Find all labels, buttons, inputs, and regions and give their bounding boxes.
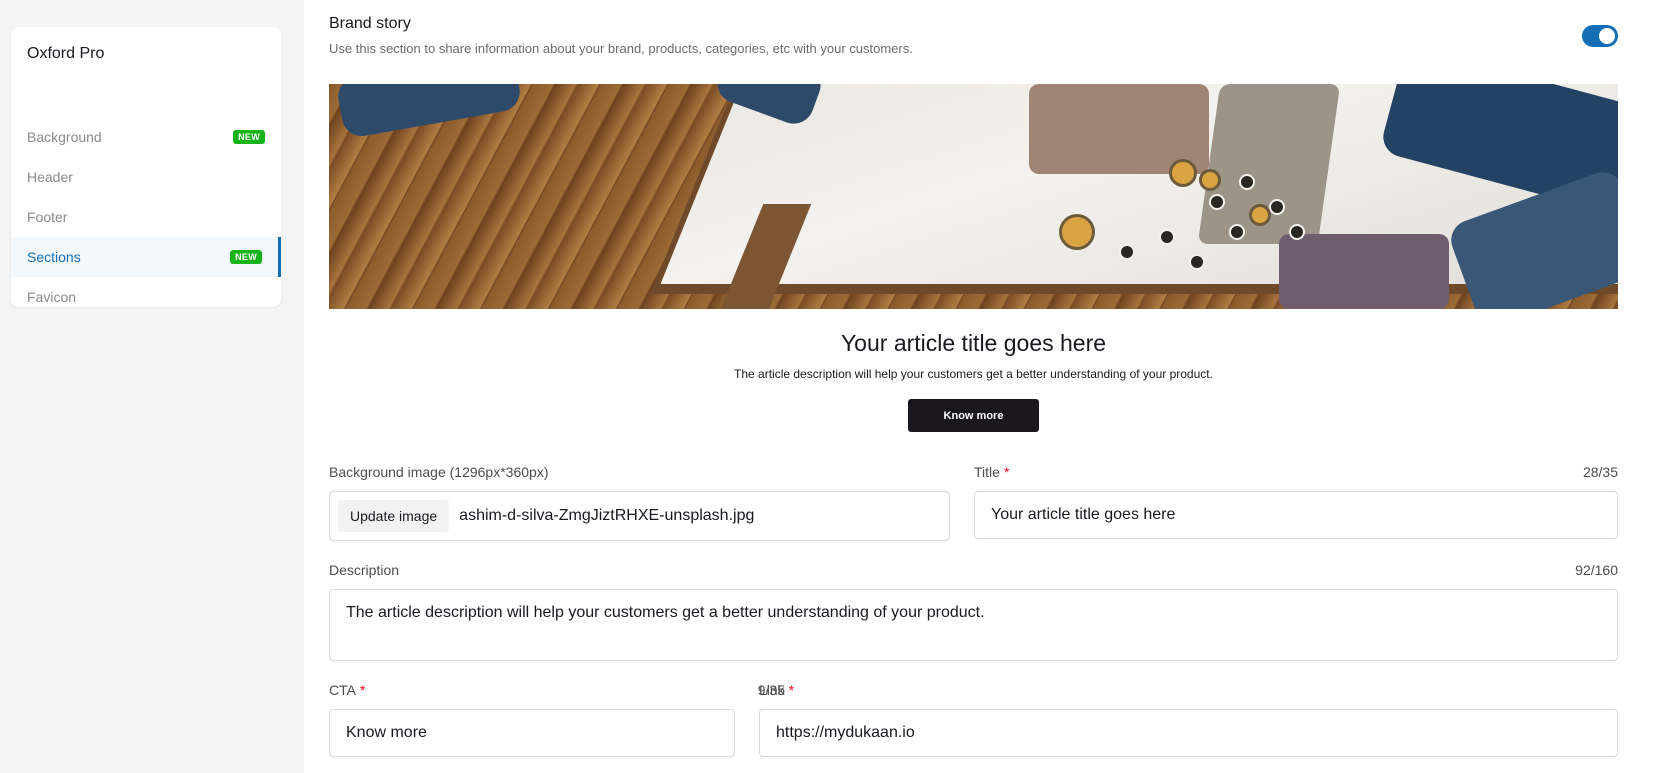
sidebar-item-footer[interactable]: Footer bbox=[11, 197, 281, 237]
hero-tag bbox=[1159, 229, 1175, 245]
link-input[interactable]: https://mydukaan.io bbox=[759, 709, 1618, 757]
sidebar-item-background[interactable]: Background NEW bbox=[11, 117, 281, 157]
preview-cta-button[interactable]: Know more bbox=[908, 399, 1039, 432]
title-input-value: Your article title goes here bbox=[991, 506, 1176, 523]
section-title: Brand story bbox=[329, 15, 411, 32]
toggle-knob bbox=[1599, 28, 1615, 44]
bg-image-label: Background image (1296px*360px) bbox=[329, 464, 549, 480]
hero-jar bbox=[1169, 159, 1197, 187]
hero-jar bbox=[1199, 169, 1221, 191]
sidebar-item-header[interactable]: Header bbox=[11, 157, 281, 197]
description-textarea[interactable]: The article description will help your c… bbox=[329, 589, 1618, 661]
hero-jar bbox=[1059, 214, 1095, 250]
section-subtitle: Use this section to share information ab… bbox=[329, 41, 913, 56]
preview-article-description: The article description will help your c… bbox=[734, 367, 1213, 381]
section-enable-toggle[interactable] bbox=[1582, 25, 1618, 47]
sidebar-item-label: Background bbox=[27, 129, 102, 145]
title-label-text: Title bbox=[974, 464, 1000, 480]
cta-input-value: Know more bbox=[346, 724, 427, 741]
description-textarea-value: The article description will help your c… bbox=[346, 604, 985, 621]
hero-tag bbox=[1189, 254, 1205, 270]
cta-input[interactable]: Know more bbox=[329, 709, 735, 757]
sidebar-title: Oxford Pro bbox=[27, 45, 105, 62]
link-input-value: https://mydukaan.io bbox=[776, 724, 915, 741]
required-mark: * bbox=[788, 682, 795, 698]
update-image-button[interactable]: Update image bbox=[338, 500, 450, 532]
new-badge: NEW bbox=[233, 130, 265, 144]
description-label: Description bbox=[329, 562, 400, 578]
bg-image-field[interactable]: Update image ashim-d-silva-ZmgJiztRHXE-u… bbox=[329, 491, 950, 541]
sidebar-item-label: Header bbox=[27, 169, 73, 185]
bg-image-filename: ashim-d-silva-ZmgJiztRHXE-unsplash.jpg bbox=[459, 507, 755, 524]
hero-tag bbox=[1289, 224, 1305, 240]
required-mark: * bbox=[359, 682, 366, 698]
link-label-text: Link bbox=[759, 682, 785, 698]
sidebar-item-label: Sections bbox=[27, 249, 81, 265]
hero-tag bbox=[1119, 244, 1135, 260]
theme-sidebar: Oxford Pro Background NEW Header Footer … bbox=[11, 27, 281, 307]
title-label: Title * bbox=[974, 464, 1009, 480]
hero-tag bbox=[1229, 224, 1245, 240]
brand-story-panel: Brand story Use this section to share in… bbox=[304, 0, 1659, 773]
sidebar-item-favicon[interactable]: Favicon bbox=[11, 277, 281, 307]
sidebar-item-label: Footer bbox=[27, 209, 68, 225]
sidebar-item-sections[interactable]: Sections NEW bbox=[11, 237, 281, 277]
cta-label-text: CTA bbox=[329, 682, 356, 698]
required-mark: * bbox=[1003, 464, 1010, 480]
hero-jeans bbox=[335, 84, 523, 140]
link-label: Link * bbox=[759, 682, 794, 698]
description-char-counter: 92/160 bbox=[1575, 562, 1618, 578]
hero-jar bbox=[1249, 204, 1271, 226]
hero-tag bbox=[1209, 194, 1225, 210]
title-char-counter: 28/35 bbox=[1582, 464, 1618, 480]
hero-cloth bbox=[1279, 234, 1449, 309]
hero-tag bbox=[1239, 174, 1255, 190]
background-image-preview bbox=[329, 84, 1618, 309]
sidebar-item-label: Favicon bbox=[27, 289, 77, 305]
new-badge: NEW bbox=[230, 250, 262, 264]
cta-label: CTA * bbox=[329, 682, 365, 698]
title-input[interactable]: Your article title goes here bbox=[974, 491, 1618, 539]
preview-article-title: Your article title goes here bbox=[840, 330, 1107, 356]
hero-tag bbox=[1269, 199, 1285, 215]
